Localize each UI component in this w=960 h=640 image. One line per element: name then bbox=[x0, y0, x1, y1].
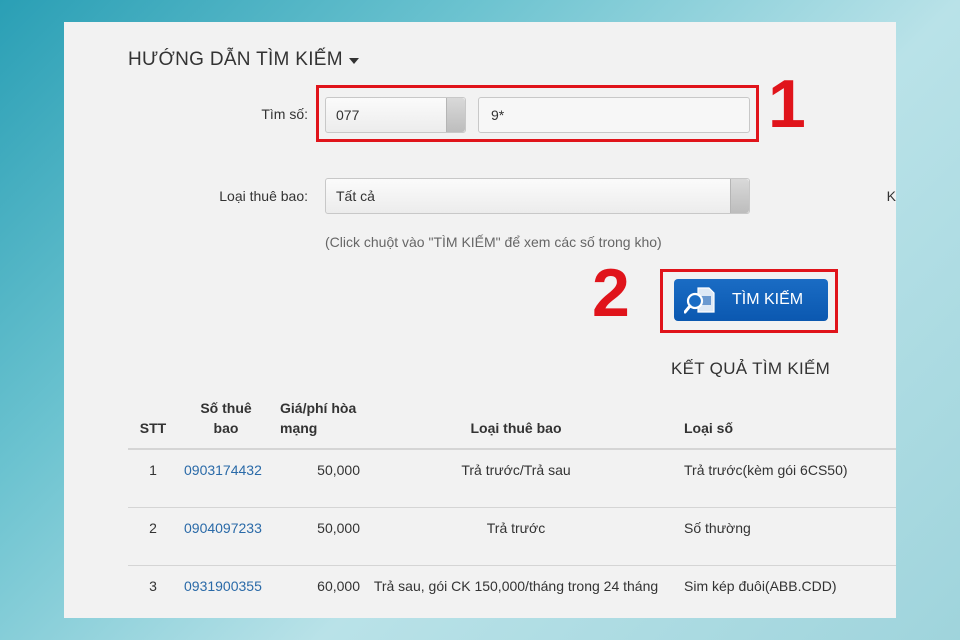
results-title: KẾT QUẢ TÌM KIẾM bbox=[671, 359, 831, 378]
row-kind: Trả trước(kèm gói 6CS50) bbox=[666, 449, 896, 508]
col-number: Số thuê bao bbox=[178, 394, 274, 450]
phone-number-link[interactable]: 0903174432 bbox=[184, 462, 262, 478]
col-kind: Loại số bbox=[666, 394, 896, 450]
truncated-label: K bbox=[886, 188, 896, 204]
table-row: 2 0904097233 50,000 Trả trước Số thường bbox=[128, 507, 896, 566]
row-price: 50,000 bbox=[274, 449, 366, 508]
phone-number-link[interactable]: 0904097233 bbox=[184, 520, 262, 536]
search-button[interactable]: TÌM KIẾM bbox=[674, 279, 828, 321]
subscriber-type-label: Loại thuê bao: bbox=[219, 188, 308, 204]
subscriber-type-value: Tất cả bbox=[336, 188, 375, 204]
row-stt: 1 bbox=[128, 449, 178, 508]
row-kind: Sim kép đuôi(ABB.CDD) bbox=[666, 565, 896, 618]
search-panel: HƯỚNG DẪN TÌM KIẾM Tìm số: 077 9* 1 Loại… bbox=[64, 22, 896, 618]
table-header-row: STT Số thuê bao Giá/phí hòa mạng Loại th… bbox=[128, 394, 896, 450]
col-price: Giá/phí hòa mạng bbox=[274, 394, 366, 450]
search-number-label: Tìm số: bbox=[261, 106, 308, 122]
col-price-line1: Giá/phí hòa bbox=[280, 400, 357, 416]
row-price: 60,000 bbox=[274, 565, 366, 618]
phone-number-link[interactable]: 0931900355 bbox=[184, 578, 262, 594]
step-1-highlight bbox=[316, 85, 759, 142]
guide-toggle[interactable]: HƯỚNG DẪN TÌM KIẾM bbox=[128, 49, 359, 71]
row-type: Trả trước bbox=[366, 507, 666, 566]
results-table: STT Số thuê bao Giá/phí hòa mạng Loại th… bbox=[128, 394, 896, 618]
col-number-line1: Số thuê bbox=[200, 400, 252, 416]
col-type: Loại thuê bao bbox=[366, 394, 666, 450]
row-kind: Số thường bbox=[666, 507, 896, 566]
step-1-number: 1 bbox=[768, 66, 806, 142]
row-price: 50,000 bbox=[274, 507, 366, 566]
step-2-number: 2 bbox=[592, 255, 630, 331]
col-price-line2: mạng bbox=[280, 420, 318, 436]
row-type: Trả trước/Trả sau bbox=[366, 449, 666, 508]
sim-search-icon bbox=[684, 287, 715, 314]
table-row: 3 0931900355 60,000 Trả sau, gói CK 150,… bbox=[128, 565, 896, 618]
dropdown-arrow-icon[interactable] bbox=[730, 179, 749, 213]
search-hint: (Click chuột vào "TÌM KIẾM" để xem các s… bbox=[325, 234, 662, 250]
guide-title: HƯỚNG DẪN TÌM KIẾM bbox=[128, 49, 343, 70]
col-stt: STT bbox=[128, 394, 178, 450]
table-row: 1 0903174432 50,000 Trả trước/Trả sau Tr… bbox=[128, 449, 896, 508]
col-number-line2: bao bbox=[213, 420, 239, 436]
search-button-label: TÌM KIẾM bbox=[732, 291, 804, 308]
subscriber-type-select[interactable]: Tất cả bbox=[325, 178, 750, 214]
caret-down-icon bbox=[348, 58, 359, 64]
row-type: Trả sau, gói CK 150,000/tháng trong 24 t… bbox=[366, 565, 666, 618]
row-stt: 3 bbox=[128, 565, 178, 618]
row-stt: 2 bbox=[128, 507, 178, 566]
